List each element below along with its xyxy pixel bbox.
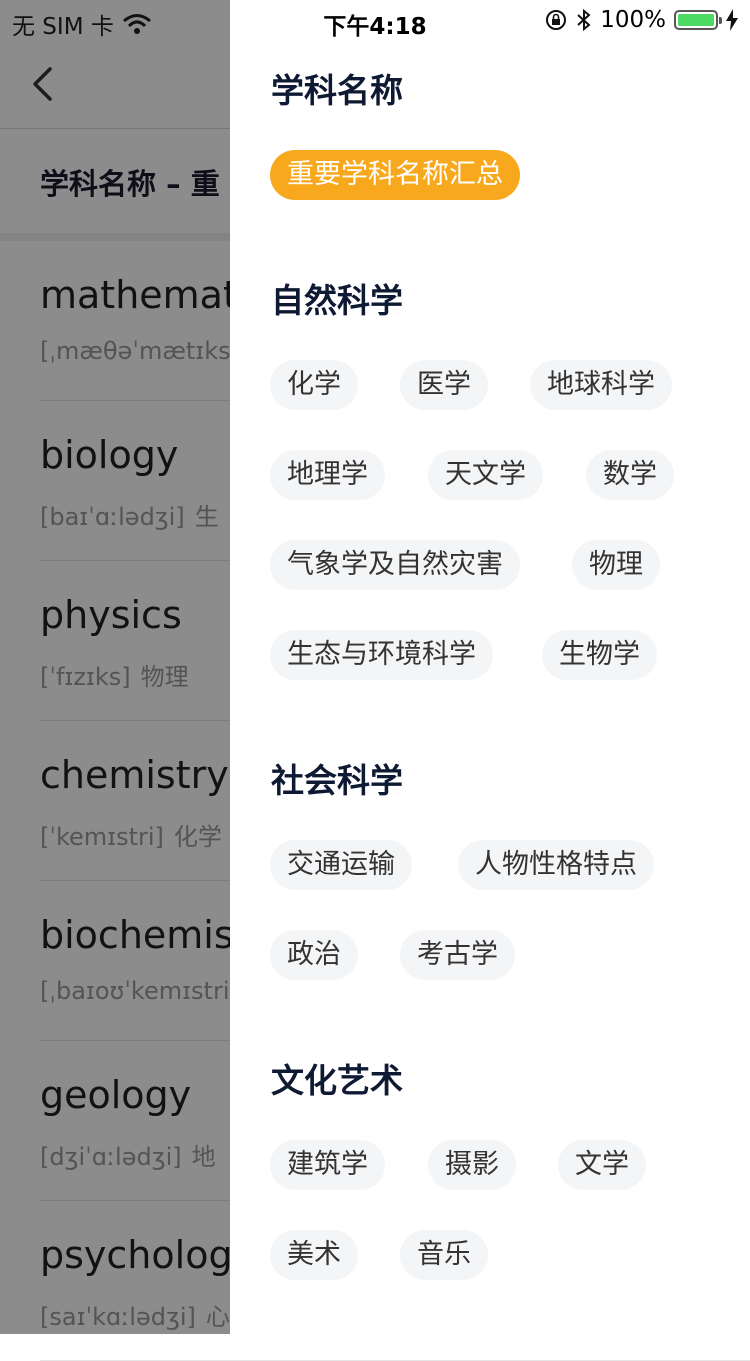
status-bar: 无 SIM 卡 下午4:18 100% [0,0,750,40]
chip[interactable]: 化学 [270,360,358,410]
chip[interactable]: 天文学 [428,450,543,500]
category-drawer: 学科名称 重要学科名称汇总 自然科学 化学 医学 地球科学 地理学 天文学 数学… [230,0,750,1334]
bluetooth-icon [577,8,591,32]
chip[interactable]: 数学 [586,450,674,500]
chip[interactable]: 文学 [558,1140,646,1190]
chip[interactable]: 政治 [270,930,358,980]
chip[interactable]: 生物学 [542,630,657,680]
chip[interactable]: 美术 [270,1230,358,1280]
section-title-social-science: 社会科学 [271,761,403,800]
rotation-lock-icon [546,10,567,30]
section-title-natural-science: 自然科学 [271,281,403,320]
chip[interactable]: 考古学 [400,930,515,980]
chip[interactable]: 气象学及自然灾害 [270,540,520,590]
chip[interactable]: 物理 [572,540,660,590]
chip[interactable]: 医学 [400,360,488,410]
status-right: 100% [544,7,738,33]
chip[interactable]: 摄影 [428,1140,516,1190]
chip[interactable]: 地球科学 [530,360,672,410]
chip-highlight[interactable]: 重要学科名称汇总 [270,150,520,200]
battery-percent: 100% [600,7,666,33]
section-title-culture-art: 文化艺术 [271,1061,403,1100]
drawer-header: 学科名称 [271,71,403,110]
chip[interactable]: 人物性格特点 [458,840,654,890]
chip[interactable]: 建筑学 [270,1140,385,1190]
battery-icon [674,10,722,30]
charging-bolt-icon [726,9,738,31]
chip[interactable]: 音乐 [400,1230,488,1280]
chip[interactable]: 交通运输 [270,840,412,890]
chip[interactable]: 生态与环境科学 [270,630,493,680]
chip[interactable]: 地理学 [270,450,385,500]
